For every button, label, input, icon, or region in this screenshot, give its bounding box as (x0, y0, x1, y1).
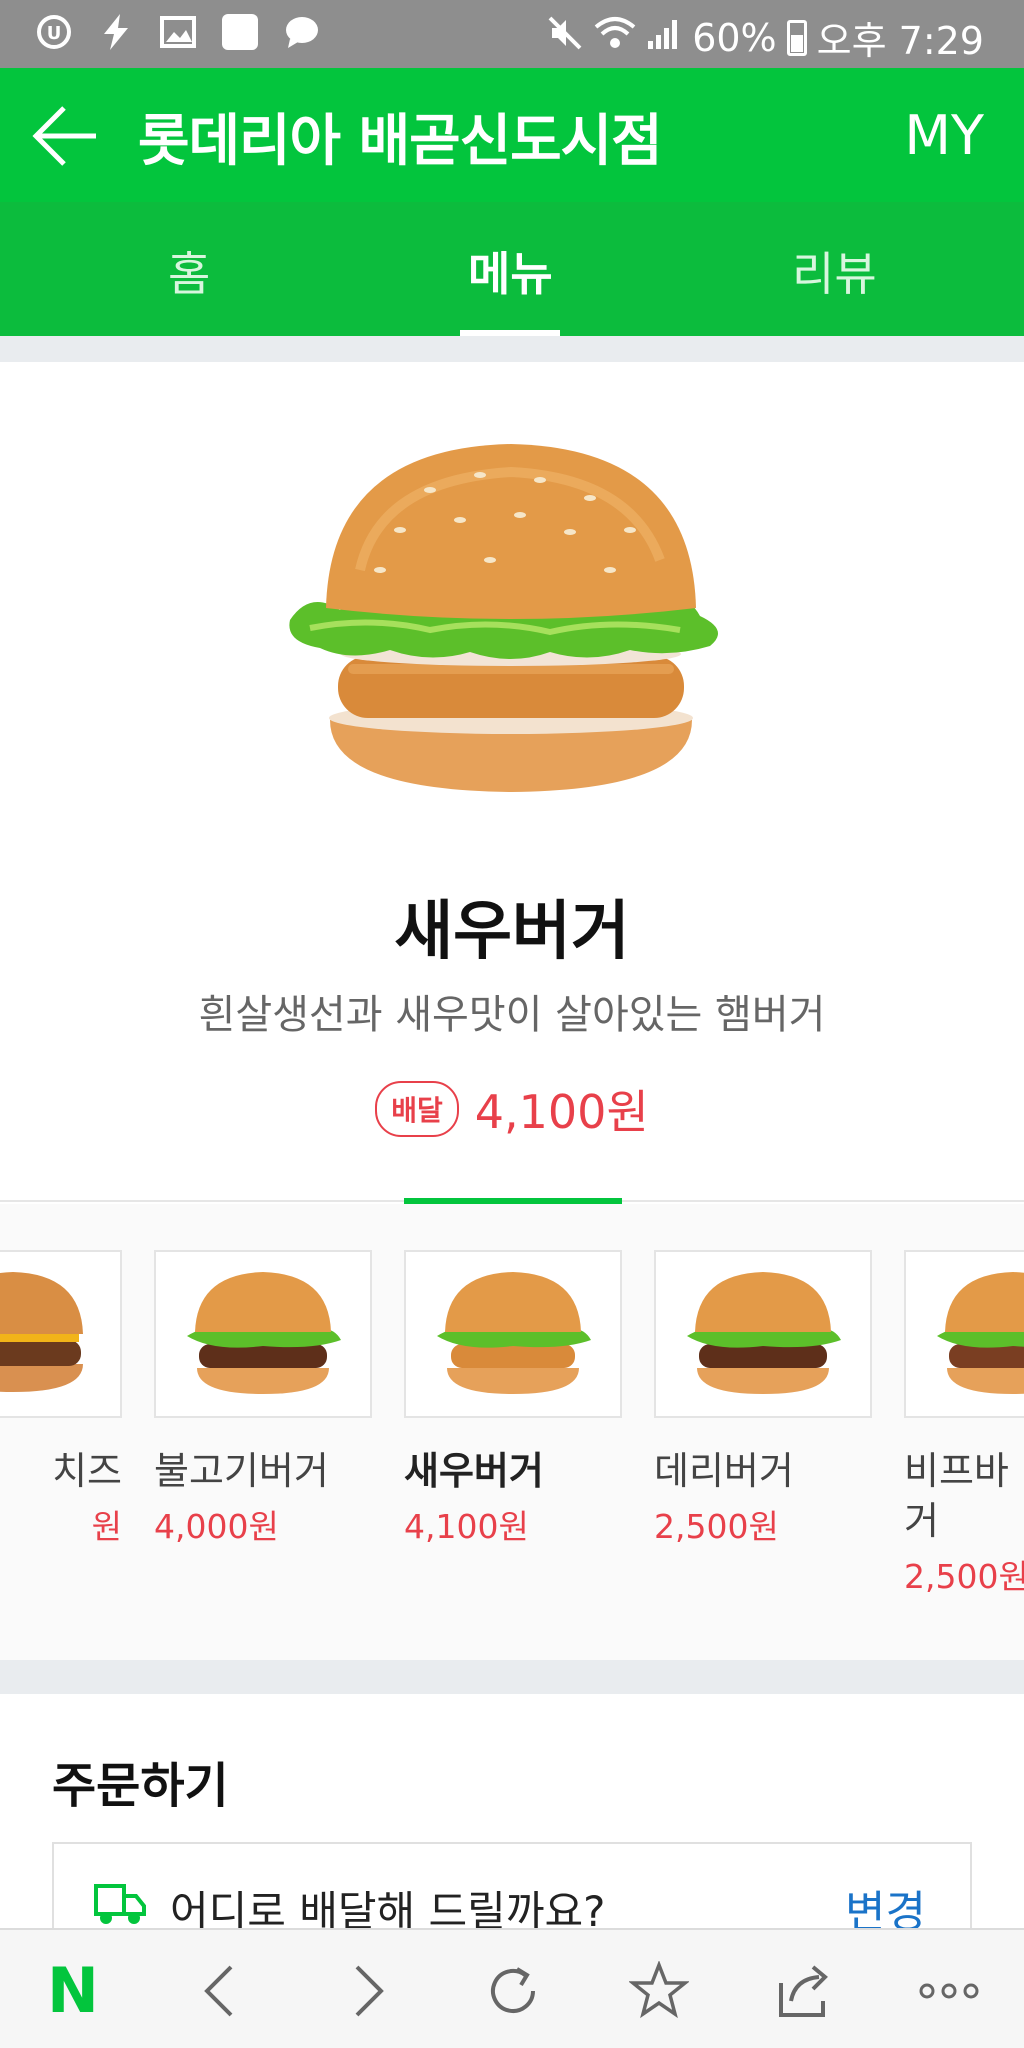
clock: 오후 7:29 (816, 19, 984, 63)
menu-card-price: 2,500원 (654, 1507, 779, 1546)
menu-card-name: 불고기버거 (154, 1449, 329, 1493)
menu-card-name: 새우버거 (404, 1449, 544, 1493)
menu-thumbnail (404, 1250, 622, 1418)
back-arrow-icon[interactable] (186, 1958, 252, 2024)
tab-review[interactable]: 리뷰 (792, 238, 877, 304)
naver-logo-icon[interactable]: N (40, 1958, 106, 2024)
mute-icon (546, 14, 584, 61)
tab-bar: 홈 메뉴 리뷰 (0, 202, 1024, 336)
my-button[interactable]: MY (904, 104, 984, 167)
menu-card-name: 치즈 (52, 1449, 122, 1493)
back-arrow-icon[interactable] (30, 104, 100, 168)
menu-thumbnail (0, 1250, 122, 1418)
wifi-icon (594, 15, 636, 60)
gallery-icon (158, 12, 198, 52)
product-description: 흰살생선과 새우맛이 살아있는 햄버거 (198, 992, 826, 1038)
menu-thumbnail (904, 1250, 1024, 1418)
menu-card[interactable]: 불고기버거 4,000원 (154, 1250, 372, 1548)
menu-thumbnail (654, 1250, 872, 1418)
delivery-badge: 배달 (375, 1081, 459, 1137)
status-bar: U 60% 오후 7:29 (0, 0, 1024, 68)
battery-percent: 60% (692, 15, 777, 60)
price-line: 배달 4,100원 (0, 1076, 1024, 1142)
battery-icon (786, 19, 807, 56)
menu-card-name: 데리버거 (654, 1449, 794, 1493)
bolt-app-icon (96, 12, 136, 52)
share-icon[interactable] (772, 1958, 838, 2024)
browser-bottom-bar: N (0, 1928, 1024, 2048)
signal-icon (646, 16, 682, 60)
forward-arrow-icon[interactable] (336, 1958, 402, 2024)
page-title: 롯데리아 배곧신도시점 (138, 109, 663, 174)
menu-card-price: 4,100원 (404, 1507, 529, 1546)
menu-card-name: 비프바 거 (904, 1449, 1009, 1543)
menu-card[interactable]: 치즈 원 (0, 1250, 122, 1548)
section-divider (0, 1660, 1024, 1694)
menu-card-price: 2,500원 (904, 1557, 1024, 1596)
tab-home[interactable]: 홈 (168, 238, 210, 304)
chat-bubble-icon (282, 12, 322, 52)
menu-card-price: 4,000원 (154, 1507, 279, 1546)
uplus-icon: U (34, 12, 74, 52)
product-name: 새우버거 (394, 895, 630, 969)
tab-menu[interactable]: 메뉴 (468, 238, 553, 304)
menu-thumbnail (154, 1250, 372, 1418)
app-square-icon (220, 12, 260, 52)
order-section-title: 주문하기 (52, 1758, 229, 1814)
menu-card-selected[interactable]: 새우버거 4,100원 (404, 1250, 622, 1548)
menu-card-price: 원 (91, 1507, 122, 1546)
menu-carousel[interactable]: 치즈 원 불고기버거 4,000원 새우버거 4,100원 데리버거 2,500… (0, 1204, 1024, 1660)
app-header: 롯데리아 배곧신도시점 MY (0, 68, 1024, 202)
menu-card[interactable]: 데리버거 2,500원 (654, 1250, 872, 1548)
more-icon[interactable] (916, 1958, 982, 2024)
menu-card[interactable]: 비프바 거 2,500원 (904, 1250, 1024, 1598)
svg-text:U: U (47, 23, 62, 44)
star-icon[interactable] (626, 1958, 692, 2024)
refresh-icon[interactable] (480, 1958, 546, 2024)
delivery-truck-icon (94, 1878, 146, 1928)
product-price: 4,100원 (474, 1085, 649, 1139)
section-divider (0, 336, 1024, 362)
product-image (230, 420, 792, 820)
